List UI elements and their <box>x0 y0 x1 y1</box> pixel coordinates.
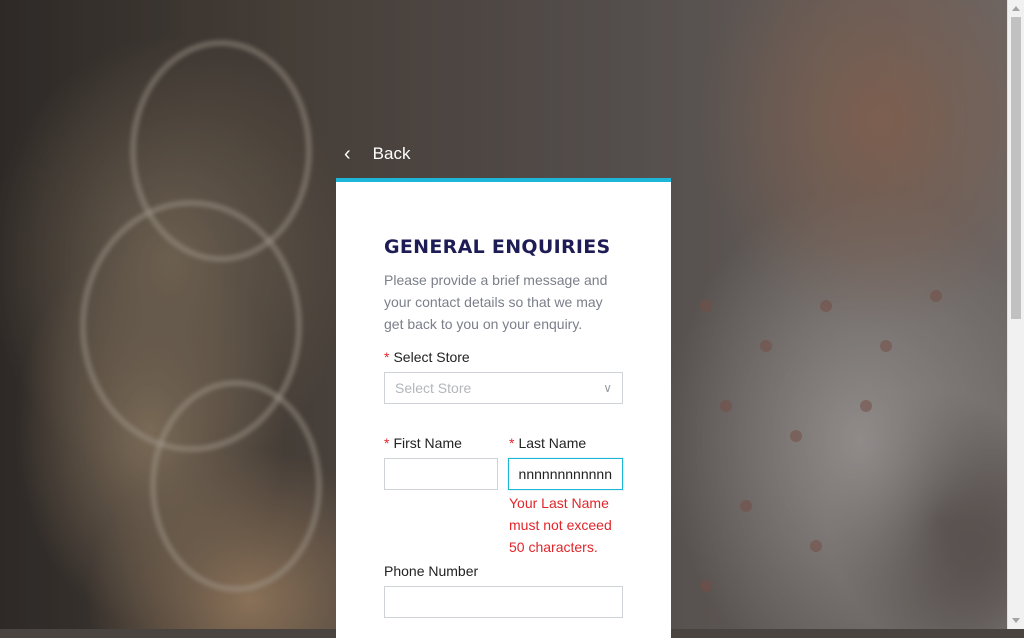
first-name-label: * First Name <box>384 435 462 451</box>
chevron-left-icon: ‹ <box>344 143 351 165</box>
scroll-up-icon[interactable] <box>1012 6 1020 11</box>
form-intro: Please provide a brief message and your … <box>384 272 608 332</box>
required-marker: * <box>509 435 515 451</box>
required-marker: * <box>384 349 390 365</box>
background-dot <box>740 500 752 512</box>
last-name-input[interactable] <box>508 458 623 490</box>
chevron-down-icon: ∨ <box>603 381 612 395</box>
first-name-input[interactable] <box>384 458 498 490</box>
background-dot <box>790 430 802 442</box>
scrollbar-thumb[interactable] <box>1011 17 1021 319</box>
phone-input[interactable] <box>384 586 623 618</box>
required-marker: * <box>384 435 390 451</box>
background-dot <box>700 580 712 592</box>
first-name-label-text: First Name <box>393 435 462 451</box>
background-dot <box>760 340 772 352</box>
background-dot <box>930 290 942 302</box>
store-select-placeholder: Select Store <box>395 380 472 396</box>
enquiry-form-card: GENERAL ENQUIRIES Please provide a brief… <box>336 178 671 638</box>
background-dot <box>720 400 732 412</box>
last-name-label-text: Last Name <box>518 435 587 451</box>
page-scrollbar[interactable] <box>1007 0 1024 629</box>
background-dot <box>820 300 832 312</box>
store-label: * Select Store <box>384 349 470 365</box>
background-dot <box>810 540 822 552</box>
last-name-label: * Last Name <box>509 435 586 451</box>
store-label-text: Select Store <box>393 349 470 365</box>
back-label: Back <box>372 144 411 163</box>
form-title: GENERAL ENQUIRIES <box>384 236 611 258</box>
background-dot <box>880 340 892 352</box>
last-name-error: Your Last Name must not exceed 50 charac… <box>509 495 612 555</box>
scroll-down-icon[interactable] <box>1012 618 1020 623</box>
background-dot <box>700 300 712 312</box>
phone-label-text: Phone Number <box>384 563 479 579</box>
background-curl <box>150 380 322 592</box>
background-dot <box>860 400 872 412</box>
store-select[interactable]: Select Store ∨ <box>384 372 623 404</box>
phone-label: Phone Number <box>384 563 478 579</box>
back-button[interactable]: ‹ Back <box>344 140 410 168</box>
